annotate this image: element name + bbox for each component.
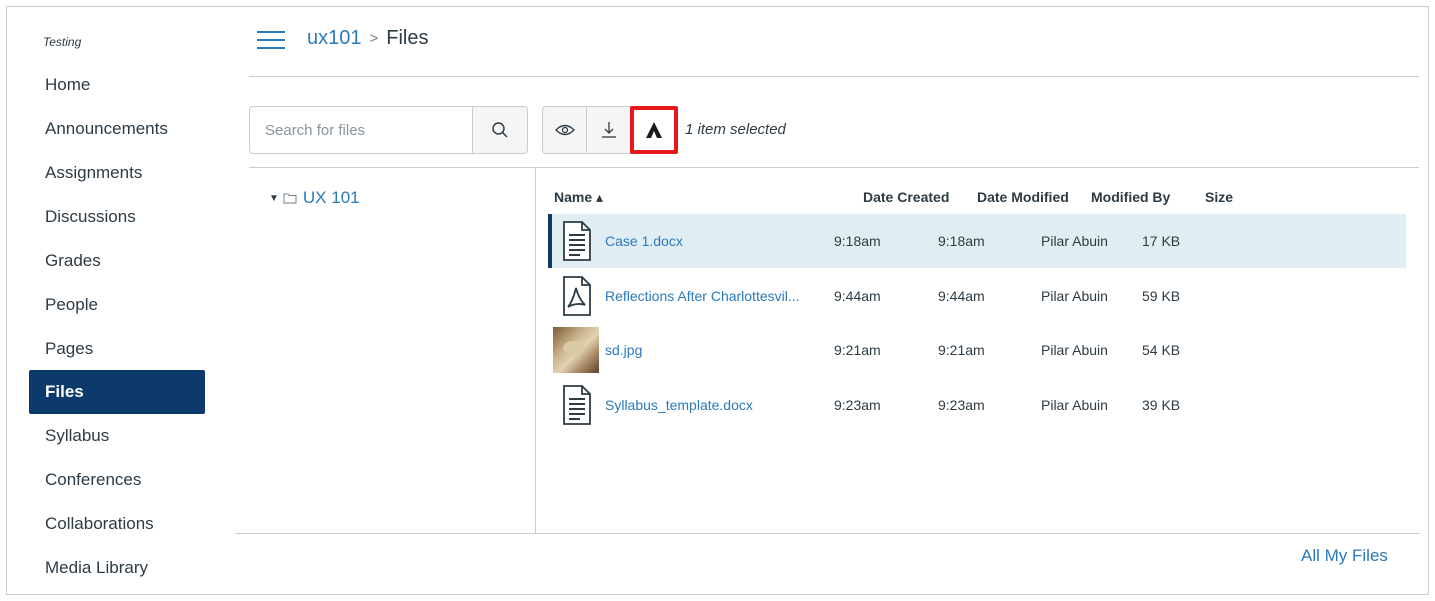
modified-by: Pilar Abuin [1041, 397, 1108, 413]
search-box [249, 106, 528, 154]
date-created: 9:21am [834, 342, 881, 358]
file-name-link[interactable]: Syllabus_template.docx [605, 397, 753, 413]
selection-status: 1 item selected [685, 121, 786, 138]
sidebar-item-conferences[interactable]: Conferences [29, 458, 205, 502]
file-name-link[interactable]: Case 1.docx [605, 233, 683, 249]
column-header-date-created[interactable]: Date Created [863, 189, 949, 205]
sidebar-item-home[interactable]: Home [29, 63, 205, 107]
file-size: 39 KB [1142, 397, 1181, 413]
breadcrumb: ux101 > Files [307, 27, 429, 50]
sidebar-item-files[interactable]: Files [29, 370, 205, 414]
toolbar-divider [249, 167, 1419, 168]
download-button[interactable] [586, 106, 631, 154]
column-header-modified-by[interactable]: Modified By [1091, 189, 1170, 205]
download-icon [601, 122, 616, 138]
date-created: 9:18am [834, 233, 881, 249]
file-name-link[interactable]: sd.jpg [605, 342, 642, 358]
column-header-name[interactable]: Name ▴ [554, 189, 603, 206]
sidebar-item-people[interactable]: People [29, 283, 205, 327]
folder-icon [283, 193, 297, 204]
sidebar-item-assignments[interactable]: Assignments [29, 151, 205, 195]
header-divider [249, 76, 1419, 77]
table-row[interactable]: Reflections After Charlottesvil... 9:44a… [548, 269, 1406, 323]
table-row[interactable]: Syllabus_template.docx 9:23am 9:23am Pil… [548, 378, 1406, 432]
modified-by: Pilar Abuin [1041, 233, 1108, 249]
breadcrumb-course-link[interactable]: ux101 [307, 27, 362, 50]
accessibility-button[interactable] [630, 106, 678, 154]
app-frame: Testing Home Announcements Assignments D… [6, 6, 1429, 595]
preview-button[interactable] [542, 106, 587, 154]
sidebar-item-syllabus[interactable]: Syllabus [29, 414, 205, 458]
folder-tree: ▼ UX 101 [269, 188, 360, 208]
search-button[interactable] [472, 107, 527, 153]
folder-link[interactable]: UX 101 [303, 188, 360, 208]
sidebar-item-collaborations[interactable]: Collaborations [29, 502, 205, 546]
date-created: 9:23am [834, 397, 881, 413]
file-size: 54 KB [1142, 342, 1181, 358]
course-label: Testing [43, 35, 82, 49]
file-actions-toolbar [542, 106, 678, 154]
all-my-files-link[interactable]: All My Files [1301, 546, 1388, 566]
column-header-size[interactable]: Size [1205, 189, 1233, 205]
hamburger-icon[interactable] [257, 29, 285, 51]
modified-by: Pilar Abuin [1041, 342, 1108, 358]
file-size: 17 KB [1142, 233, 1181, 249]
date-modified: 9:44am [938, 288, 985, 304]
file-size: 59 KB [1142, 288, 1181, 304]
modified-by: Pilar Abuin [1041, 288, 1108, 304]
search-icon [492, 122, 508, 138]
document-icon [563, 221, 591, 261]
breadcrumb-current: Files [386, 27, 429, 49]
sidebar-item-media-library[interactable]: Media Library [29, 546, 205, 590]
date-created: 9:44am [834, 288, 881, 304]
image-thumbnail [553, 327, 599, 373]
column-header-date-modified[interactable]: Date Modified [977, 189, 1069, 205]
table-row[interactable]: Case 1.docx 9:18am 9:18am Pilar Abuin 17… [548, 214, 1406, 268]
file-name-link[interactable]: Reflections After Charlottesvil... [605, 288, 800, 304]
ally-icon [646, 122, 662, 138]
breadcrumb-separator: > [369, 30, 379, 47]
date-modified: 9:23am [938, 397, 985, 413]
selection-indicator [548, 214, 552, 268]
sidebar-item-discussions[interactable]: Discussions [29, 195, 205, 239]
footer-divider [235, 533, 1420, 534]
sidebar-item-announcements[interactable]: Announcements [29, 107, 205, 151]
document-icon [563, 385, 591, 425]
folder-toggle-icon[interactable]: ▼ [269, 193, 279, 204]
search-input[interactable] [250, 107, 472, 153]
sidebar-item-pages[interactable]: Pages [29, 327, 205, 371]
table-row[interactable]: sd.jpg 9:21am 9:21am Pilar Abuin 54 KB [548, 323, 1406, 377]
eye-icon [554, 124, 575, 136]
sidebar-item-grades[interactable]: Grades [29, 239, 205, 283]
tree-divider [535, 168, 536, 533]
date-modified: 9:18am [938, 233, 985, 249]
pdf-icon [563, 276, 591, 316]
date-modified: 9:21am [938, 342, 985, 358]
